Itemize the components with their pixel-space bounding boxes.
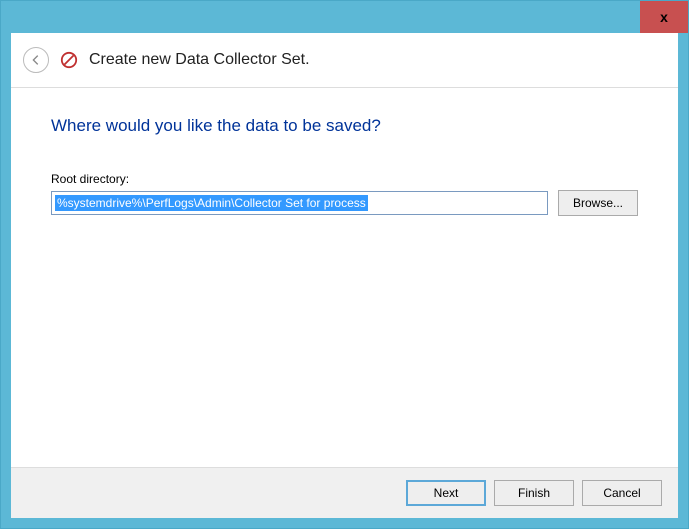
wizard-content: Where would you like the data to be save… [11, 88, 678, 467]
root-directory-row: %systemdrive%\PerfLogs\Admin\Collector S… [51, 190, 638, 216]
root-directory-value: %systemdrive%\PerfLogs\Admin\Collector S… [55, 195, 368, 211]
root-directory-input[interactable]: %systemdrive%\PerfLogs\Admin\Collector S… [51, 191, 548, 215]
window-chrome: Create new Data Collector Set. Where wou… [1, 33, 688, 528]
wizard-window: x Create new Data Collector Set. Where w… [0, 0, 689, 529]
cancel-button[interactable]: Cancel [582, 480, 662, 506]
back-button[interactable] [23, 47, 49, 73]
wizard-title: Create new Data Collector Set. [89, 51, 310, 69]
root-directory-label: Root directory: [51, 172, 638, 186]
wizard-footer: Next Finish Cancel [11, 467, 678, 518]
back-arrow-icon [29, 53, 43, 67]
close-button[interactable]: x [640, 1, 688, 33]
next-button[interactable]: Next [406, 480, 486, 506]
wizard-header: Create new Data Collector Set. [11, 33, 678, 88]
wizard-question: Where would you like the data to be save… [51, 116, 638, 136]
browse-button[interactable]: Browse... [558, 190, 638, 216]
titlebar: x [1, 1, 688, 33]
wizard-icon [59, 50, 79, 70]
close-icon: x [660, 9, 668, 25]
finish-button[interactable]: Finish [494, 480, 574, 506]
